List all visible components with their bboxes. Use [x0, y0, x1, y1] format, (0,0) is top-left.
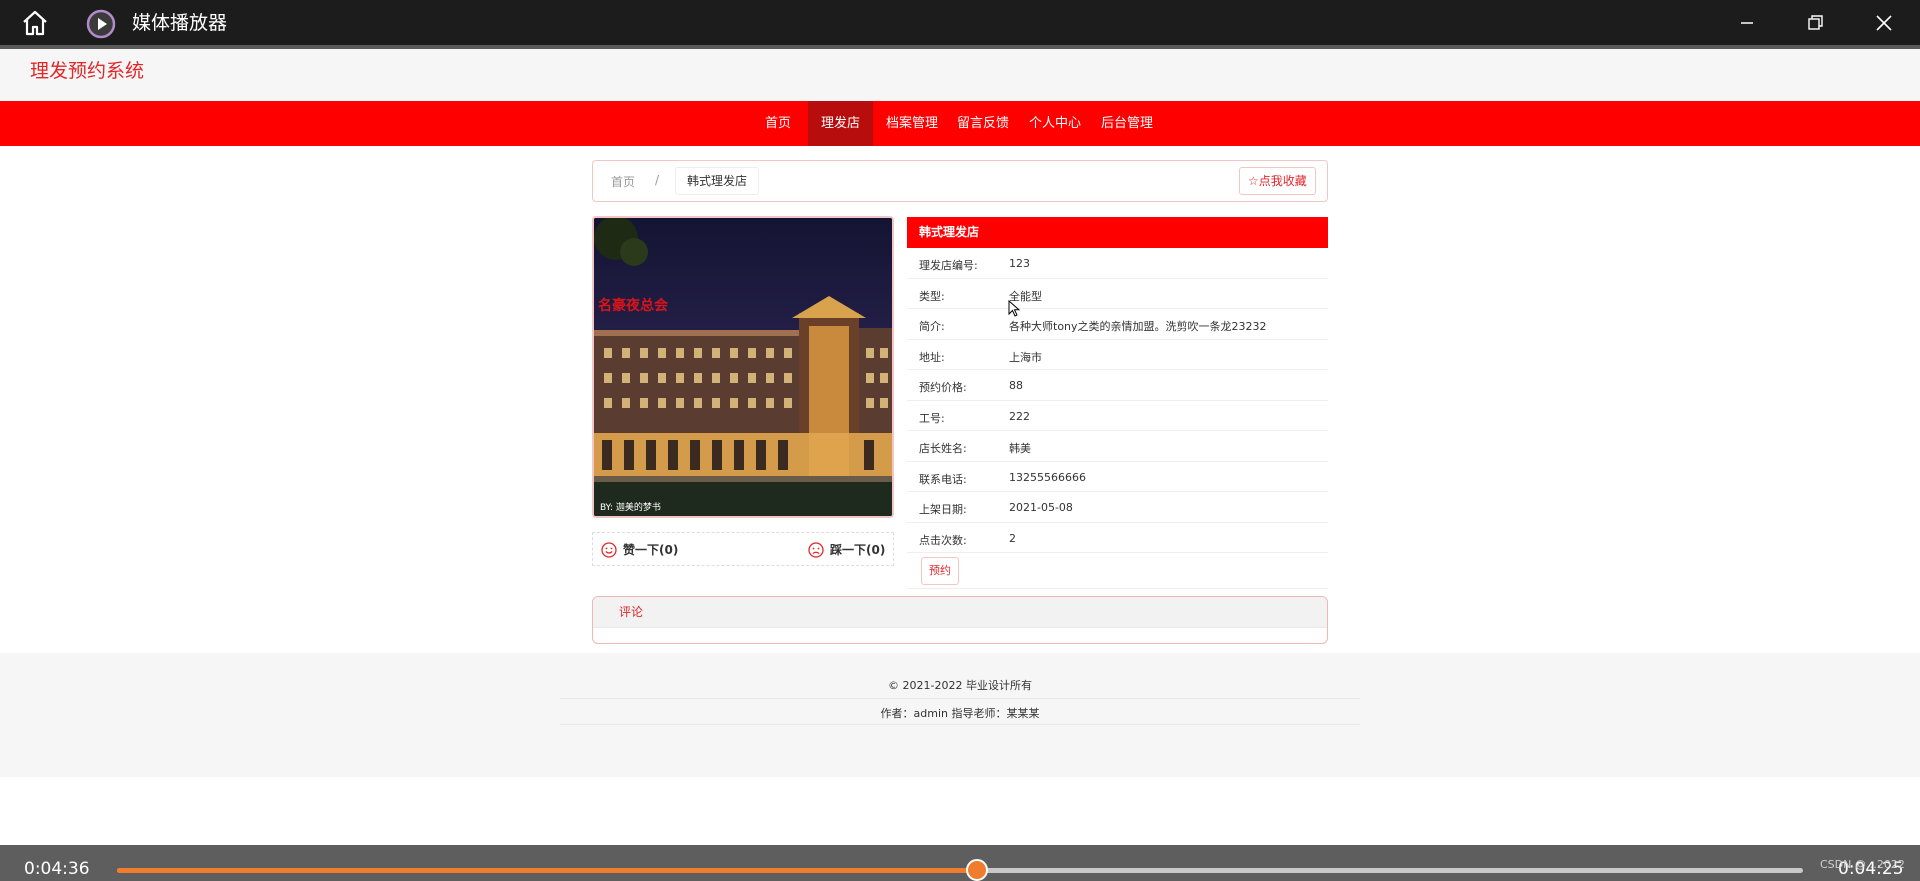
shop-name-heading: 韩式理发店 [907, 217, 1328, 248]
info-label: 点击次数: [919, 533, 967, 547]
info-value: 88 [1009, 379, 1023, 392]
current-time: 0:04:36 [24, 859, 90, 879]
info-row-employee-no: 工号: 222 [907, 401, 1328, 431]
main-nav: 首页 理发店 档案管理 留言反馈 个人中心 后台管理 [0, 101, 1920, 146]
footer-copyright: © 2021-2022 毕业设计所有 [888, 679, 1032, 692]
like-label: 赞一下(0) [623, 543, 679, 557]
info-value: 各种大师tony之类的亲情加盟。洗剪吹一条龙23232 [1009, 320, 1267, 333]
info-label: 店长姓名: [919, 442, 967, 455]
seek-bar[interactable] [117, 859, 1803, 881]
frown-icon [808, 541, 824, 558]
smile-icon [601, 541, 617, 558]
watermark-text: CSDN @…2022 [1820, 858, 1905, 871]
nav-item-barbershop[interactable]: 理发店 [808, 101, 873, 146]
info-value: 222 [1009, 409, 1030, 423]
info-label: 预约价格: [919, 381, 967, 394]
nav-item-archive[interactable]: 档案管理 [883, 101, 941, 146]
dislike-label: 踩一下(0) [830, 543, 886, 557]
window-titlebar: 媒体播放器 [0, 0, 1920, 45]
app-title: 媒体播放器 [132, 12, 228, 34]
footer-author: 作者：admin 指导老师：某某某 [880, 707, 1040, 720]
shop-info-panel: 韩式理发店 理发店编号: 123 类型: 全能型 简介: 各种大师tony之类的… [907, 217, 1328, 589]
info-value: 2 [1009, 531, 1016, 545]
nav-item-admin[interactable]: 后台管理 [1097, 101, 1157, 146]
close-icon[interactable] [1871, 10, 1897, 36]
nav-item-profile[interactable]: 个人中心 [1026, 101, 1084, 146]
info-value: 13255566666 [1009, 470, 1086, 484]
comments-title: 评论 [593, 597, 1327, 628]
footer-divider [560, 698, 1360, 699]
dislike-button[interactable]: 踩一下(0) [808, 541, 885, 558]
site-header: 理发预约系统 [0, 49, 1920, 101]
info-label: 理发店编号: [919, 259, 978, 272]
info-label: 类型: [919, 289, 945, 303]
restore-icon[interactable] [1802, 10, 1828, 36]
info-row-clicks: 点击次数: 2 [907, 523, 1328, 553]
media-player-logo-icon [86, 9, 116, 39]
seek-bar-progress [117, 868, 977, 873]
info-value: 上海市 [1009, 350, 1042, 364]
info-label: 上架日期: [919, 503, 967, 516]
site-footer: © 2021-2022 毕业设计所有 作者：admin 指导老师：某某某 [0, 653, 1920, 777]
info-row-listed-date: 上架日期: 2021-05-08 [907, 492, 1328, 523]
info-value: 韩美 [1009, 442, 1031, 455]
minimize-icon[interactable] [1734, 10, 1760, 36]
like-button[interactable]: 赞一下(0) [601, 541, 678, 558]
breadcrumb-separator: / [655, 173, 660, 187]
nav-item-feedback[interactable]: 留言反馈 [954, 101, 1012, 146]
info-row-price: 预约价格: 88 [907, 370, 1328, 401]
seek-thumb[interactable] [965, 859, 988, 881]
building-sign-text: 名豪夜总会 [598, 297, 669, 314]
home-icon[interactable] [20, 9, 50, 37]
info-row-type: 类型: 全能型 [907, 279, 1328, 309]
shop-image: 名豪夜总会 BY: 迦美的梦书 [592, 216, 894, 518]
info-row-address: 地址: 上海市 [907, 340, 1328, 370]
footer-divider [560, 724, 1360, 725]
mouse-cursor-icon [1008, 300, 1020, 317]
info-label: 简介: [919, 320, 945, 333]
info-label: 联系电话: [919, 472, 967, 486]
info-row-shop-id: 理发店编号: 123 [907, 248, 1328, 279]
info-value: 2021-05-08 [1009, 501, 1073, 514]
info-label: 地址: [919, 350, 945, 364]
breadcrumb-current: 韩式理发店 [675, 167, 760, 195]
comments-section: 评论 [592, 596, 1328, 644]
playback-bar: 0:04:36 0:04:25 [0, 845, 1920, 881]
breadcrumb-home-link[interactable]: 首页 [611, 173, 635, 190]
info-row-intro: 简介: 各种大师tony之类的亲情加盟。洗剪吹一条龙23232 [907, 309, 1328, 340]
site-title[interactable]: 理发预约系统 [30, 58, 144, 84]
book-row: 预约 [907, 553, 1328, 589]
vote-bar: 赞一下(0) 踩一下(0) [592, 532, 894, 566]
image-caption: BY: 迦美的梦书 [600, 503, 661, 513]
book-button[interactable]: 预约 [921, 557, 959, 585]
shop-building-illustration: 名豪夜总会 [594, 218, 892, 516]
nav-item-home[interactable]: 首页 [752, 101, 804, 146]
info-label: 工号: [919, 411, 945, 425]
info-row-manager: 店长姓名: 韩美 [907, 431, 1328, 462]
info-row-phone: 联系电话: 13255566666 [907, 462, 1328, 492]
breadcrumb: 首页 / 韩式理发店 ☆点我收藏 [592, 160, 1328, 202]
info-value: 123 [1009, 257, 1030, 270]
favorite-button[interactable]: ☆点我收藏 [1239, 167, 1316, 195]
